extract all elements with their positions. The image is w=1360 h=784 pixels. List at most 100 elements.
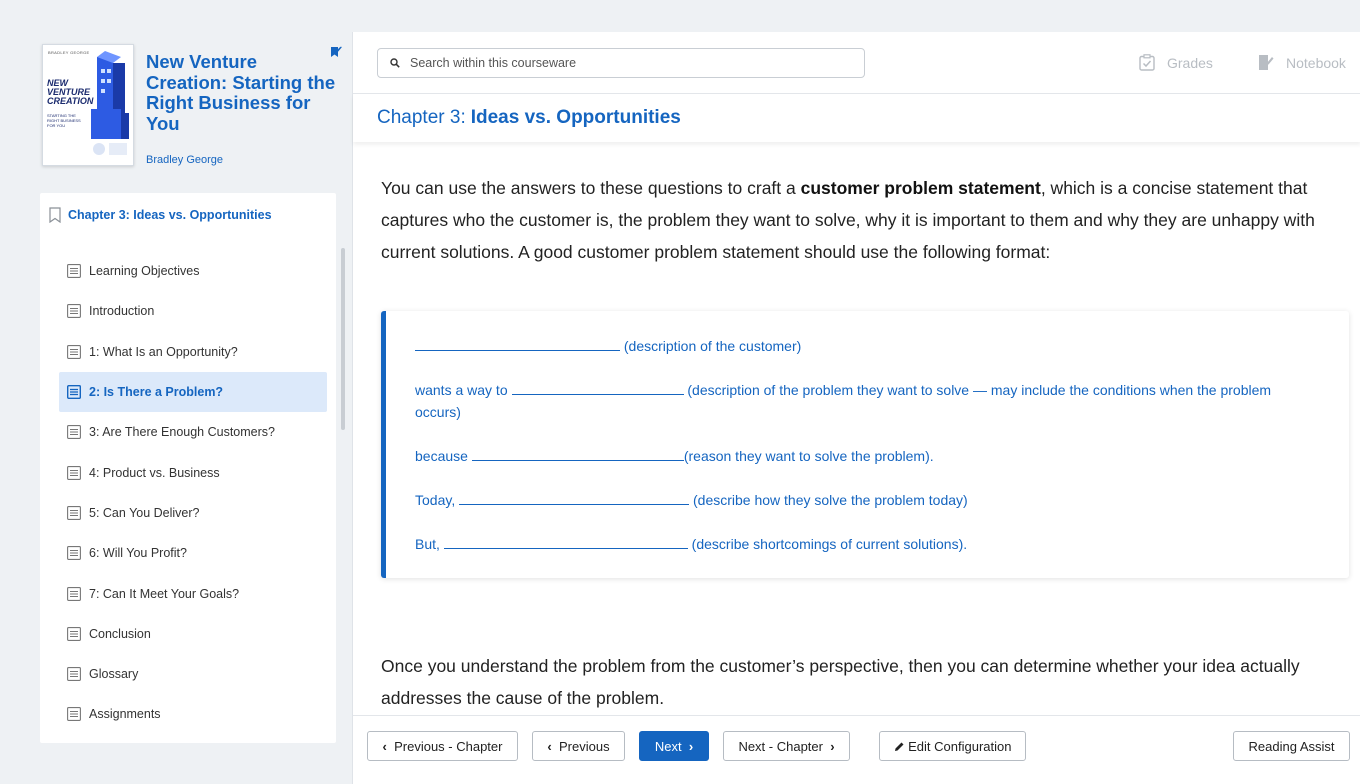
document-icon bbox=[67, 425, 81, 440]
button-label: Next bbox=[654, 738, 682, 754]
blank-line bbox=[511, 383, 684, 395]
toc-item-label: 5: Can You Deliver? bbox=[89, 505, 200, 520]
template-text: (describe how they solve the problem tod… bbox=[689, 492, 968, 508]
toc-list: Learning Objectives Introduction 1: What… bbox=[59, 251, 327, 735]
document-icon bbox=[67, 344, 81, 359]
main-content: Search within this courseware Grades Not… bbox=[352, 32, 1360, 784]
toc-item-meet-your-goals[interactable]: 7: Can It Meet Your Goals? bbox=[59, 573, 327, 613]
bookmark-icon bbox=[49, 207, 61, 223]
toc-item-label: Introduction bbox=[89, 304, 155, 319]
document-icon bbox=[67, 546, 81, 561]
button-label: Reading Assist bbox=[1248, 738, 1335, 754]
template-text: (describe shortcomings of current soluti… bbox=[687, 536, 968, 552]
chevron-right-icon: › bbox=[688, 738, 694, 754]
document-icon bbox=[67, 465, 81, 480]
document-icon bbox=[67, 707, 81, 722]
chapter-heading: Chapter 3: Ideas vs. Opportunities bbox=[353, 94, 1360, 142]
chapter-prefix: Chapter 3: bbox=[377, 107, 466, 128]
previous-button[interactable]: ‹ Previous bbox=[532, 731, 625, 761]
template-text: (reason they want to solve the problem). bbox=[683, 448, 934, 464]
template-line: wants a way to (description of the probl… bbox=[415, 379, 1319, 423]
toc-item-glossary[interactable]: Glossary bbox=[59, 654, 327, 694]
toc-item-what-is-an-opportunity[interactable]: 1: What Is an Opportunity? bbox=[59, 332, 327, 372]
cover-illustration bbox=[91, 51, 129, 155]
sidebar: BRADLEY GEORGE NEW VENTURE CREATION STAR… bbox=[0, 32, 352, 784]
button-label: Next - Chapter bbox=[738, 738, 823, 754]
button-label: Previous - Chapter bbox=[394, 738, 503, 754]
search-placeholder: Search within this courseware bbox=[410, 56, 577, 70]
reading-assist-button[interactable]: Reading Assist bbox=[1233, 731, 1350, 761]
toc-item-label: Assignments bbox=[89, 707, 161, 722]
reading-content: You can use the answers to these questio… bbox=[381, 172, 1356, 708]
toc-item-can-you-deliver[interactable]: 5: Can You Deliver? bbox=[59, 493, 327, 533]
toc-item-conclusion[interactable]: Conclusion bbox=[59, 614, 327, 654]
blank-line bbox=[459, 493, 690, 505]
blank-line bbox=[471, 449, 684, 461]
cover-subtitle: STARTING THE RIGHT BUSINESS FOR YOU bbox=[47, 113, 81, 128]
document-icon bbox=[67, 667, 81, 682]
toc-scrollbar[interactable] bbox=[341, 248, 345, 430]
toc-item-assignments[interactable]: Assignments bbox=[59, 694, 327, 734]
toc-item-label: 3: Are There Enough Customers? bbox=[89, 425, 275, 440]
toc-chapter-label: Chapter 3: Ideas vs. Opportunities bbox=[68, 208, 272, 222]
previous-chapter-button[interactable]: ‹ Previous - Chapter bbox=[367, 731, 518, 761]
template-text: Today, bbox=[415, 492, 460, 508]
search-input[interactable]: Search within this courseware bbox=[377, 48, 865, 78]
next-button[interactable]: Next › bbox=[639, 731, 709, 761]
footer-nav: ‹ Previous - Chapter ‹ Previous Next › N… bbox=[353, 715, 1360, 784]
toc-item-label: 7: Can It Meet Your Goals? bbox=[89, 586, 240, 601]
book-title[interactable]: New Venture Creation: Starting the Right… bbox=[146, 51, 342, 134]
toc-chapter-header[interactable]: Chapter 3: Ideas vs. Opportunities bbox=[48, 203, 328, 227]
toc-item-will-you-profit[interactable]: 6: Will You Profit? bbox=[59, 533, 327, 573]
toc-item-product-vs-business[interactable]: 4: Product vs. Business bbox=[59, 452, 327, 492]
template-line: Today, (describe how they solve the prob… bbox=[415, 489, 1319, 511]
edit-configuration-button[interactable]: Edit Configuration bbox=[879, 731, 1026, 761]
grades-icon bbox=[1139, 54, 1155, 71]
toc-item-label: 4: Product vs. Business bbox=[89, 465, 220, 480]
pencil-icon bbox=[894, 742, 904, 751]
document-icon bbox=[67, 385, 81, 400]
bookmark-icon[interactable] bbox=[330, 46, 344, 60]
toc-item-label: 1: What Is an Opportunity? bbox=[89, 344, 238, 359]
top-strip bbox=[0, 0, 1360, 32]
paragraph: You can use the answers to these questio… bbox=[381, 172, 1356, 268]
cover-author: BRADLEY GEORGE bbox=[48, 50, 90, 55]
template-line: But, (describe shortcomings of current s… bbox=[415, 533, 1319, 555]
toc-item-is-there-a-problem[interactable]: 2: Is There a Problem? bbox=[59, 371, 327, 413]
chevron-left-icon: ‹ bbox=[382, 738, 387, 754]
toc-item-learning-objectives[interactable]: Learning Objectives bbox=[59, 251, 327, 291]
toc-item-label: 6: Will You Profit? bbox=[89, 546, 187, 561]
key-term: customer problem statement bbox=[800, 178, 1041, 198]
button-label: Previous bbox=[559, 738, 610, 754]
toc-item-introduction[interactable]: Introduction bbox=[59, 291, 327, 331]
document-icon bbox=[67, 264, 81, 279]
book-cover[interactable]: BRADLEY GEORGE NEW VENTURE CREATION STAR… bbox=[42, 44, 134, 166]
button-label: Edit Configuration bbox=[908, 738, 1012, 754]
toc-item-label: Glossary bbox=[89, 667, 139, 682]
top-bar: Search within this courseware Grades Not… bbox=[353, 32, 1360, 94]
grades-button[interactable]: Grades bbox=[1139, 54, 1213, 71]
template-text: (description of the customer) bbox=[620, 338, 802, 354]
document-icon bbox=[67, 304, 81, 319]
blank-line bbox=[443, 537, 688, 549]
grades-label: Grades bbox=[1167, 54, 1213, 71]
next-chapter-button[interactable]: Next - Chapter › bbox=[723, 731, 850, 761]
toc-item-label: Conclusion bbox=[89, 626, 151, 641]
paragraph-text: You can use the answers to these questio… bbox=[381, 178, 801, 198]
toc-item-enough-customers[interactable]: 3: Are There Enough Customers? bbox=[59, 412, 327, 452]
template-line: because (reason they want to solve the p… bbox=[415, 445, 1319, 467]
chevron-right-icon: › bbox=[830, 738, 835, 754]
notebook-button[interactable]: Notebook bbox=[1258, 54, 1346, 71]
template-text: because bbox=[415, 448, 472, 464]
template-text: wants a way to bbox=[415, 382, 512, 398]
blank-line bbox=[415, 339, 620, 351]
notebook-icon bbox=[1259, 55, 1274, 70]
book-info: BRADLEY GEORGE NEW VENTURE CREATION STAR… bbox=[42, 44, 342, 174]
book-author: Bradley George bbox=[146, 154, 224, 166]
notebook-label: Notebook bbox=[1286, 54, 1346, 71]
toc-item-label: 2: Is There a Problem? bbox=[89, 385, 224, 400]
table-of-contents: Chapter 3: Ideas vs. Opportunities Learn… bbox=[40, 193, 336, 743]
template-line: (description of the customer) bbox=[415, 335, 1319, 357]
toc-item-label: Learning Objectives bbox=[89, 264, 200, 279]
document-icon bbox=[67, 626, 81, 641]
